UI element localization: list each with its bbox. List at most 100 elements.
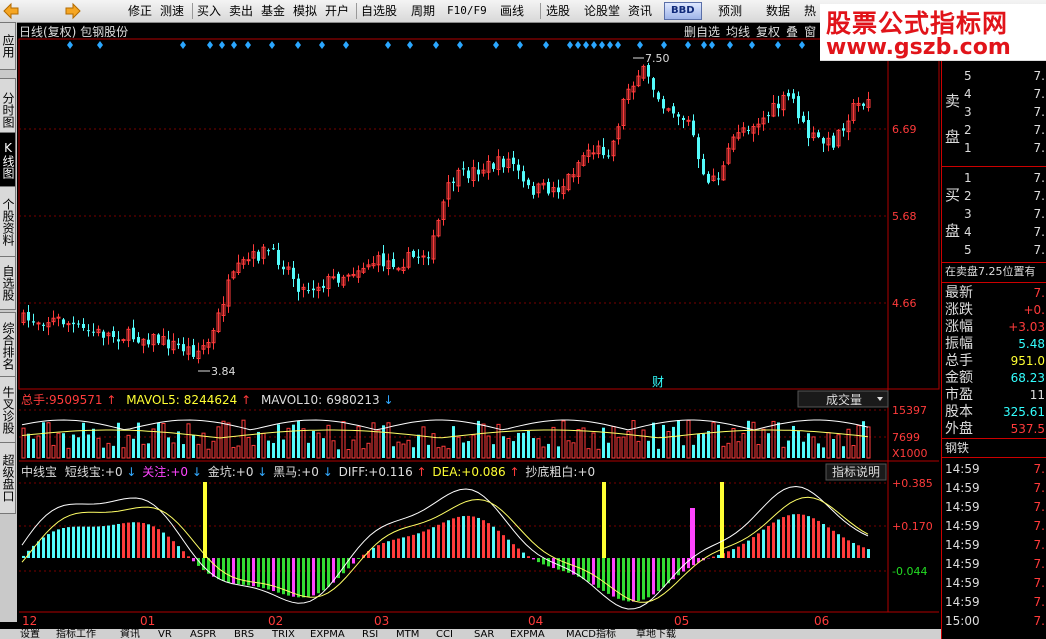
volume-bar bbox=[382, 425, 385, 458]
volume-bar bbox=[356, 426, 361, 459]
candle-body bbox=[277, 249, 280, 265]
volume-bar bbox=[236, 445, 241, 459]
candle-body bbox=[517, 164, 520, 171]
volume-bar bbox=[221, 420, 226, 459]
volume-bar bbox=[641, 429, 646, 459]
quote-panel: 卖盘 5 7. 4 7. 3 7. 2 7. 1 7. 买盘 1 7. 2 7. 3 7. 47… bbox=[941, 40, 1046, 639]
low-price-label: 3.84 bbox=[211, 365, 236, 378]
volume-bar bbox=[396, 441, 401, 459]
bottom-tab[interactable]: RSI bbox=[362, 629, 378, 639]
volume-bar bbox=[856, 425, 861, 459]
volume-bar bbox=[412, 447, 415, 458]
volume-bar bbox=[87, 434, 90, 458]
volume-bar bbox=[682, 445, 685, 458]
indicator-bar bbox=[357, 558, 360, 559]
indicator-bars bbox=[22, 482, 870, 602]
candle-body bbox=[682, 117, 685, 120]
bottom-tab[interactable]: 草地下载 bbox=[636, 629, 676, 639]
volume-bar bbox=[536, 438, 541, 459]
volume-bar bbox=[751, 421, 756, 459]
indicator-bar bbox=[152, 526, 155, 558]
candle-body bbox=[267, 250, 270, 252]
volume-bar bbox=[846, 428, 851, 459]
indicator-bar bbox=[392, 539, 395, 558]
candle-body bbox=[32, 321, 35, 323]
indicator-bar bbox=[62, 527, 65, 558]
volume-bar bbox=[126, 434, 131, 459]
indicator-bar bbox=[542, 558, 545, 565]
bottom-tab[interactable]: 设置 bbox=[20, 629, 40, 639]
indicator-bar bbox=[407, 536, 410, 558]
candle-body bbox=[822, 138, 825, 144]
candle-body bbox=[147, 339, 150, 345]
signal-diamond-icon bbox=[517, 41, 523, 49]
volume-bar bbox=[331, 440, 336, 459]
volume-bar bbox=[312, 430, 315, 458]
indicator-header: 中线宝 短线宝:+0 ↓ 关注:+0 ↓ 金坑:+0 ↓ 黑马:+0 ↓ DIF… bbox=[21, 464, 595, 479]
indicator-bar bbox=[492, 526, 495, 558]
indicator-bar bbox=[582, 558, 585, 580]
indicator-tick-low: -0.044 bbox=[892, 565, 927, 578]
candle-body bbox=[512, 157, 515, 164]
indicator-bar bbox=[442, 522, 445, 558]
indicator-bar bbox=[422, 531, 425, 558]
candle-body bbox=[72, 322, 75, 325]
trade-row: 14:59 7. bbox=[945, 462, 1045, 476]
indicator-bar bbox=[677, 558, 680, 576]
bottom-tab[interactable]: BRS bbox=[234, 629, 254, 639]
bottom-tab[interactable]: EXPMA bbox=[310, 629, 345, 639]
volume-bar bbox=[231, 446, 236, 459]
candle-body bbox=[117, 339, 120, 342]
bottom-tab[interactable]: MACD指标 bbox=[566, 629, 616, 639]
signal-diamond-icon bbox=[591, 41, 597, 49]
bottom-tab[interactable]: EXPMA bbox=[510, 629, 545, 639]
bottom-tab[interactable]: TRIX bbox=[272, 629, 295, 639]
indicator-bar bbox=[177, 546, 180, 558]
volume-bar bbox=[527, 430, 530, 458]
volume-bar bbox=[62, 433, 65, 458]
bottom-tab[interactable]: MTM bbox=[396, 629, 419, 639]
candle-body bbox=[82, 324, 85, 328]
volume-bar bbox=[147, 443, 150, 458]
volume-bar bbox=[32, 438, 35, 458]
candle-body bbox=[427, 257, 430, 259]
volume-bar bbox=[596, 448, 601, 459]
volume-bar bbox=[427, 444, 430, 458]
indicator-bar bbox=[507, 539, 510, 558]
indicator-bar bbox=[622, 558, 625, 601]
indicator-bar bbox=[72, 526, 75, 558]
sell-level-2: 2 7. bbox=[964, 123, 1045, 137]
finance-marker[interactable]: 财 bbox=[652, 375, 664, 389]
indicator-bar bbox=[82, 526, 85, 558]
bottom-tab[interactable]: SAR bbox=[474, 629, 494, 639]
candle-body bbox=[102, 331, 105, 338]
volume-bar bbox=[547, 443, 550, 458]
indicator-tick-mid: +0.170 bbox=[892, 520, 933, 533]
signal-diamond-icon bbox=[343, 41, 349, 49]
candle-body bbox=[56, 316, 61, 319]
bottom-tab[interactable]: CCI bbox=[436, 629, 453, 639]
candle-body bbox=[297, 278, 300, 292]
x-label-06: 06 bbox=[814, 614, 829, 628]
candle-body bbox=[467, 170, 470, 179]
bottom-tab[interactable]: 資讯 bbox=[120, 629, 140, 639]
indicator-bar bbox=[747, 540, 750, 558]
quote-outer: 外盘 537.5 bbox=[945, 421, 1045, 437]
x-label-12: 12 bbox=[22, 614, 37, 628]
candle-body bbox=[246, 259, 251, 262]
bottom-tab[interactable]: 指标工作 bbox=[56, 629, 96, 639]
bottom-tab[interactable]: ASPR bbox=[190, 629, 216, 639]
bottom-tab[interactable]: VR bbox=[158, 629, 172, 639]
sector-label[interactable]: 钢铁 bbox=[942, 440, 1046, 456]
volume-bar bbox=[741, 432, 746, 459]
indicator-bar bbox=[57, 529, 60, 558]
indicator-bar bbox=[662, 558, 665, 588]
indicator-bar bbox=[597, 558, 600, 588]
volume-tick-high: 15397 bbox=[892, 404, 927, 417]
candle-body bbox=[382, 253, 385, 267]
signal-diamond-icon bbox=[567, 41, 573, 49]
candle-body bbox=[797, 96, 800, 119]
candle-body bbox=[557, 187, 560, 193]
quote-amplitude: 振幅 5.48 bbox=[945, 336, 1045, 352]
volume-bar bbox=[36, 435, 41, 459]
